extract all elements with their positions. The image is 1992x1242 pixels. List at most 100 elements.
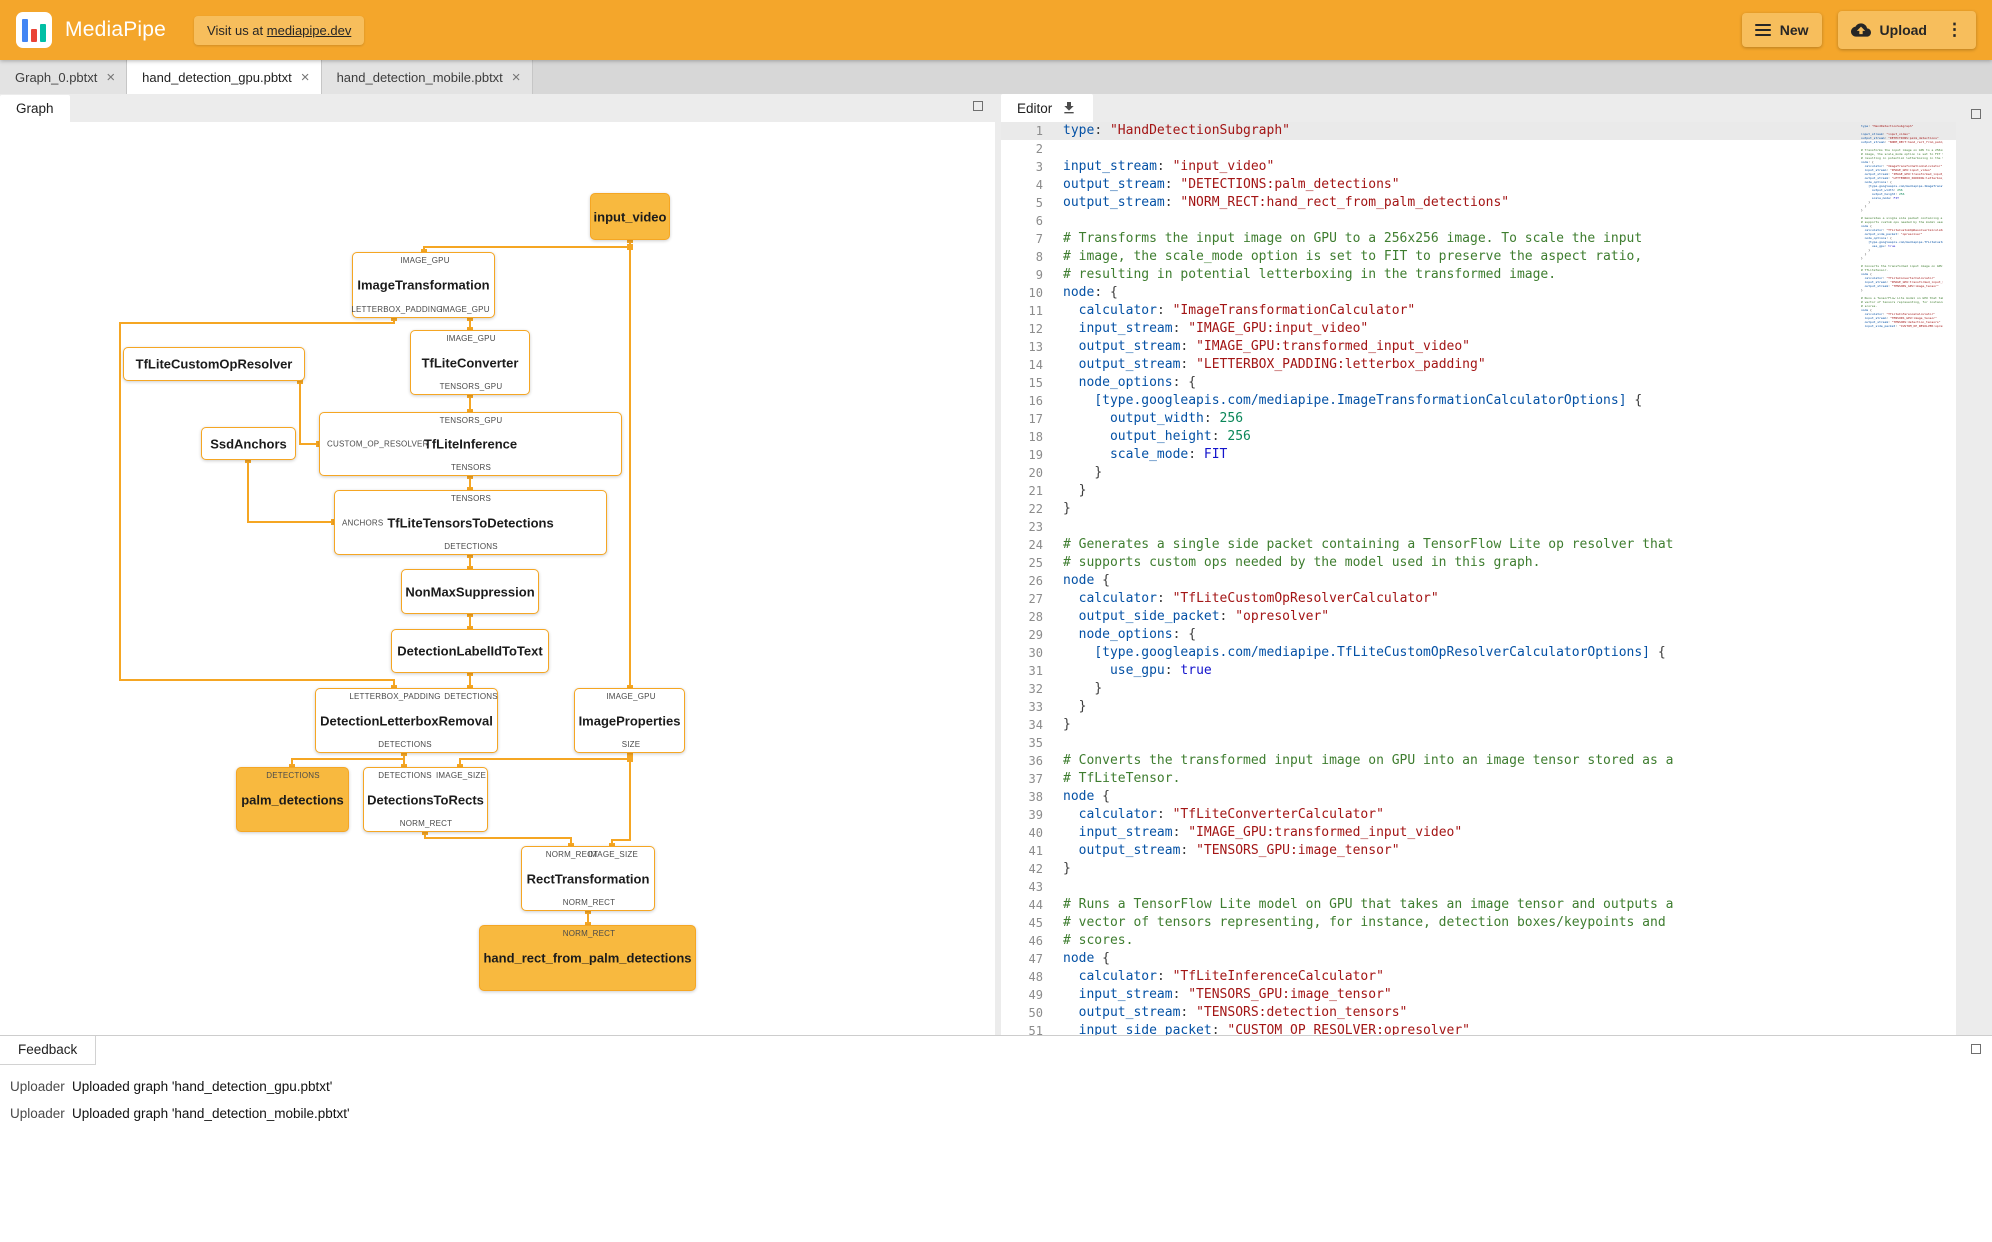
code-line[interactable]: 46 # scores. (1001, 932, 1956, 950)
code-line[interactable]: 17 output_width: 256 (1001, 410, 1956, 428)
line-number: 15 (1028, 376, 1043, 390)
file-tab[interactable]: hand_detection_mobile.pbtxt × (321, 60, 533, 94)
code-line[interactable]: 35 (1001, 734, 1956, 752)
code-line[interactable]: 15 node_options: { (1001, 374, 1956, 392)
code-line[interactable]: 29 node_options: { (1001, 626, 1956, 644)
code-line[interactable]: 12 input_stream: "IMAGE_GPU:input_video" (1001, 320, 1956, 338)
code-line[interactable]: 22} (1001, 500, 1956, 518)
code-line[interactable]: 6 (1001, 212, 1956, 230)
code-line[interactable]: 5 output_stream: "NORM_RECT:hand_rect_fro… (1001, 194, 1956, 212)
graph-edge (459, 758, 630, 767)
code-line[interactable]: 49 input_stream: "TENSORS_GPU:image_tens… (1001, 986, 1956, 1004)
code-line[interactable]: 18 output_height: 256 (1001, 428, 1956, 446)
code-line[interactable]: 47 node { (1001, 950, 1956, 968)
code-line[interactable]: 40 input_stream: "IMAGE_GPU:transformed_… (1001, 824, 1956, 842)
code-line[interactable]: 23 (1001, 518, 1956, 536)
code-line[interactable]: 14 output_stream: "LETTERBOX_PADDING:let… (1001, 356, 1956, 374)
graph-node-image-properties[interactable]: ImageProperties IMAGE_GPU SIZE (574, 688, 685, 753)
tab-graph[interactable]: Graph (0, 95, 70, 122)
code-line[interactable]: 27 calculator: "TfLiteCustomOpResolverCa… (1001, 590, 1956, 608)
line-number: 46 (1028, 934, 1043, 948)
tab-feedback[interactable]: Feedback (0, 1036, 97, 1065)
graph-node-tflite-tensors-to-detections[interactable]: TfLiteTensorsToDetections TENSORS ANCHORS D… (334, 490, 607, 555)
code-line[interactable]: 3 input_stream: "input_video" (1001, 158, 1956, 176)
upload-button[interactable]: Upload ⋮ (1837, 11, 1976, 49)
code-line[interactable]: 42} (1001, 860, 1956, 878)
mediapipe-dev-link[interactable]: mediapipe.dev (267, 23, 352, 38)
code-line[interactable]: 39 calculator: "TfLiteConverterCalculato… (1001, 806, 1956, 824)
expand-feedback-panel-icon[interactable] (1971, 1044, 1981, 1054)
code-line[interactable]: 48 calculator: "TfLiteInferenceCalculato… (1001, 968, 1956, 986)
expand-graph-panel-icon[interactable] (973, 101, 983, 111)
code-editor[interactable]: 1 type: "HandDetectionSubgraph" 2 3 input_st… (1001, 122, 1956, 1035)
graph-node-hand-rect-from-palm-detections[interactable]: hand_rect_from_palm_detections NORM_RECT (479, 925, 696, 991)
graph-node-image-transformation[interactable]: ImageTransformation IMAGE_GPU LETTERBOX_PA… (351, 252, 495, 318)
code-line[interactable]: 11 calculator: "ImageTransformationCalcu… (1001, 302, 1956, 320)
code-line[interactable]: 16 [type.googleapis.com/mediapipe.ImageT… (1001, 392, 1956, 410)
graph-canvas[interactable]: input_video ImageTransformation IMAGE_GPU L… (0, 122, 995, 1035)
code-text: output_height: 256 (1109, 429, 1251, 444)
feedback-message: Uploaded graph 'hand_detection_mobile.pb… (72, 1106, 350, 1121)
code-line[interactable]: 1 type: "HandDetectionSubgraph" (1001, 122, 1956, 140)
graph-node-non-max-suppression[interactable]: NonMaxSuppression (401, 569, 539, 614)
code-line[interactable]: 13 output_stream: "IMAGE_GPU:transformed… (1001, 338, 1956, 356)
code-line[interactable]: 43 (1001, 878, 1956, 896)
code-line[interactable]: 44 # Runs a TensorFlow Lite model on GPU … (1001, 896, 1956, 914)
code-line[interactable]: 51 input_side_packet: "CUSTOM_OP_RESOLVE… (1001, 1022, 1956, 1035)
graph-node-detections-to-rects[interactable]: DetectionsToRects DETECTIONS IMAGE_SIZE NOR… (363, 767, 488, 832)
code-line[interactable]: 21 } (1001, 482, 1956, 500)
code-text: calculator: "TfLiteCustomOpResolverCalcu… (1078, 591, 1439, 606)
editor-minimap[interactable]: type: "HandDetectionSubgraph" input_strea… (1861, 124, 1943, 1035)
code-line[interactable]: 45 # vector of tensors representing, for … (1001, 914, 1956, 932)
code-line[interactable]: 24 # Generates a single side packet conta… (1001, 536, 1956, 554)
code-line[interactable]: 20 } (1001, 464, 1956, 482)
file-tab[interactable]: Graph_0.pbtxt × (0, 60, 128, 94)
graph-node-ssd-anchors[interactable]: SsdAnchors (201, 427, 296, 460)
code-line[interactable]: 37 # TfLiteTensor. (1001, 770, 1956, 788)
close-tab-icon[interactable]: × (512, 70, 521, 85)
code-line[interactable]: 36 # Converts the transformed input image… (1001, 752, 1956, 770)
code-line[interactable]: 19 scale_mode: FIT (1001, 446, 1956, 464)
app-title: MediaPipe (65, 18, 167, 41)
tab-editor[interactable]: Editor (1001, 94, 1094, 122)
code-line[interactable]: 28 output_side_packet: "opresolver" (1001, 608, 1956, 626)
more-options-icon[interactable]: ⋮ (1940, 21, 1963, 38)
code-line[interactable]: 41 output_stream: "TENSORS_GPU:image_ten… (1001, 842, 1956, 860)
download-icon[interactable] (1061, 100, 1077, 116)
line-number: 20 (1028, 466, 1043, 480)
code-line[interactable]: 7 # Transforms the input image on GPU to … (1001, 230, 1956, 248)
graph-node-tflite-custom-op-resolver[interactable]: TfLiteCustomOpResolver (123, 347, 305, 381)
code-text: # Transforms the input image on GPU to a… (1063, 231, 1643, 246)
expand-editor-panel-icon[interactable] (1971, 109, 1981, 119)
graph-node-rect-transformation[interactable]: RectTransformation NORM_RECT IMAGE_SIZE NOR… (521, 846, 655, 911)
visit-prefix: Visit us at (207, 22, 267, 38)
graph-node-tflite-inference[interactable]: TfLiteInference TENSORS_GPU CUSTOM_OP_RESO… (319, 412, 622, 476)
code-line[interactable]: 8 # image, the scale_mode option is set t… (1001, 248, 1956, 266)
code-line[interactable]: 10 node: { (1001, 284, 1956, 302)
graph-node-input-video[interactable]: input_video (590, 193, 670, 240)
line-number: 23 (1028, 520, 1043, 534)
code-line[interactable]: 30 [type.googleapis.com/mediapipe.TfLite… (1001, 644, 1956, 662)
file-tab[interactable]: hand_detection_gpu.pbtxt × (127, 60, 322, 94)
new-button[interactable]: New (1741, 13, 1822, 47)
code-line[interactable]: 50 output_stream: "TENSORS:detection_ten… (1001, 1004, 1956, 1022)
code-line[interactable]: 38 node { (1001, 788, 1956, 806)
close-tab-icon[interactable]: × (106, 70, 115, 85)
code-line[interactable]: 9 # resulting in potential letterboxing i… (1001, 266, 1956, 284)
close-tab-icon[interactable]: × (301, 70, 310, 85)
graph-panel-strip: Graph (0, 94, 995, 122)
code-line[interactable]: 26 node { (1001, 572, 1956, 590)
code-line[interactable]: 2 (1001, 140, 1956, 158)
graph-node-tflite-converter[interactable]: TfLiteConverter IMAGE_GPU TENSORS_GPU (410, 330, 530, 395)
graph-node-palm-detections[interactable]: palm_detections DETECTIONS (236, 767, 349, 832)
code-line[interactable]: 33 } (1001, 698, 1956, 716)
code-line[interactable]: 32 } (1001, 680, 1956, 698)
graph-node-detection-letterbox-removal[interactable]: DetectionLetterboxRemoval LETTERBOX_PADDI… (315, 688, 498, 753)
code-line[interactable]: 31 use_gpu: true (1001, 662, 1956, 680)
code-line[interactable]: 4 output_stream: "DETECTIONS:palm_detecti… (1001, 176, 1956, 194)
code-text: } (1063, 717, 1071, 732)
code-line[interactable]: 25 # supports custom ops needed by the mo… (1001, 554, 1956, 572)
graph-node-detection-label-id-to-text[interactable]: DetectionLabelIdToText (391, 629, 549, 673)
code-line[interactable]: 34} (1001, 716, 1956, 734)
